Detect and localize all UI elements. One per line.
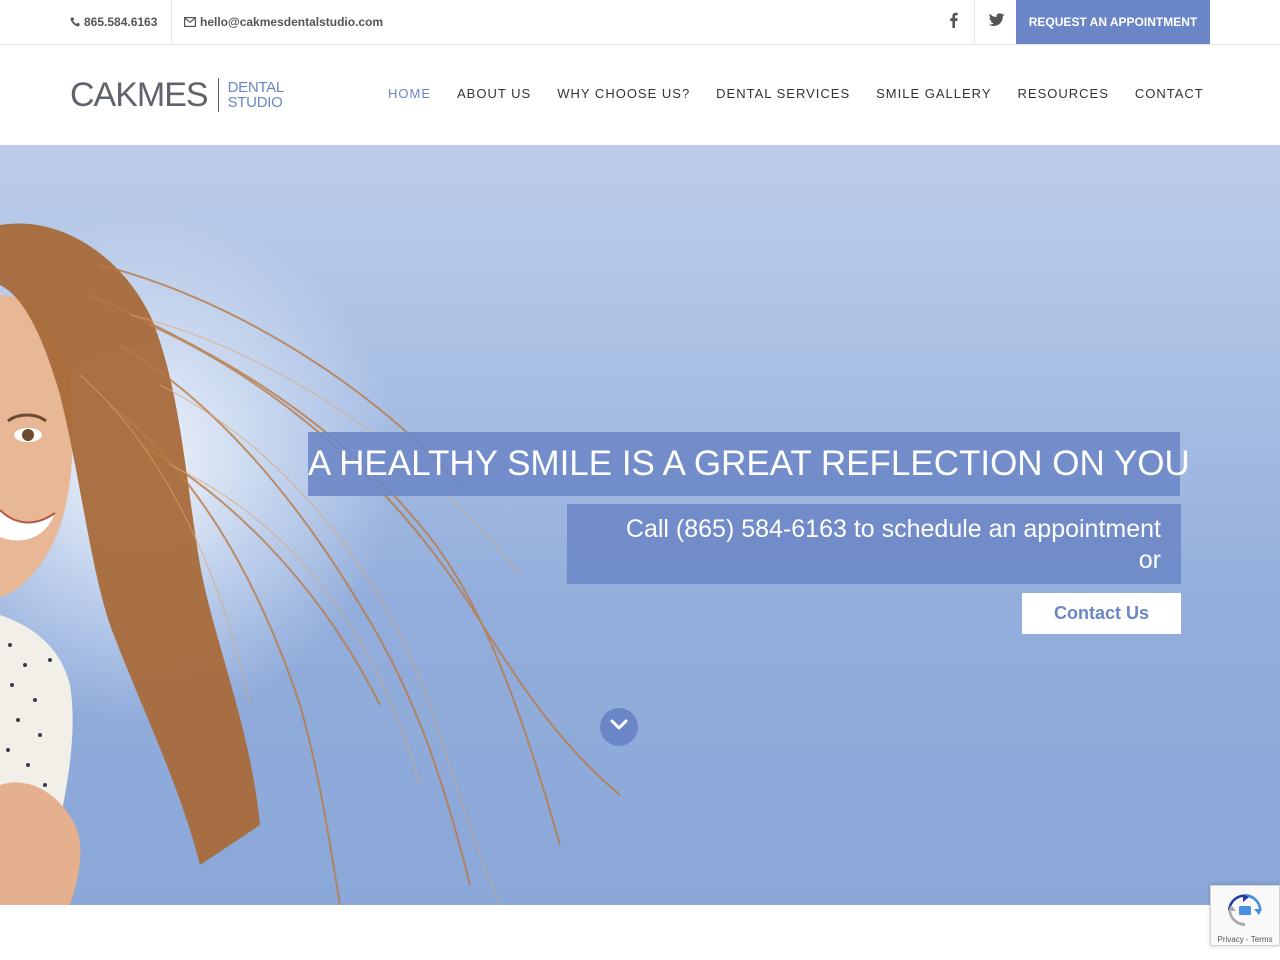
twitter-icon bbox=[988, 12, 1005, 32]
logo-subtitle: DENTAL STUDIO bbox=[227, 79, 285, 111]
envelope-icon bbox=[184, 17, 196, 27]
nav-item-home[interactable]: HOME bbox=[388, 86, 431, 101]
logo-sub-line-2: STUDIO bbox=[227, 94, 283, 111]
recaptcha-terms[interactable]: Privacy - Terms bbox=[1218, 935, 1273, 944]
scroll-down-button[interactable] bbox=[600, 708, 638, 746]
hero-subline-call: Call (865) 584-6163 to schedule an appoi… bbox=[625, 515, 1161, 543]
chevron-down-icon bbox=[610, 718, 628, 736]
nav-item-contact[interactable]: CONTACT bbox=[1135, 86, 1204, 101]
site-logo[interactable]: CAKMES DENTAL STUDIO bbox=[70, 75, 284, 115]
nav-item-about-us[interactable]: ABOUT US bbox=[457, 86, 531, 101]
logo-divider bbox=[217, 78, 219, 112]
main-nav: HOME ABOUT US WHY CHOOSE US? DENTAL SERV… bbox=[388, 86, 1204, 101]
nav-item-smile-gallery[interactable]: SMILE GALLERY bbox=[876, 86, 991, 101]
email-contact[interactable]: hello@cakmesdentalstudio.com bbox=[171, 0, 383, 44]
nav-item-why-choose-us[interactable]: WHY CHOOSE US? bbox=[557, 86, 690, 101]
logo-sub-line-1: DENTAL bbox=[227, 79, 285, 96]
email-address: hello@cakmesdentalstudio.com bbox=[200, 15, 384, 29]
hero-subline: Call (865) 584-6163 to schedule an appoi… bbox=[567, 504, 1181, 584]
top-bar: 865.584.6163 hello@cakmesdentalstudio.co… bbox=[0, 0, 1280, 45]
phone-contact[interactable]: 865.584.6163 bbox=[70, 0, 157, 44]
hero-banner: A HEALTHY SMILE IS A GREAT REFLECTION ON… bbox=[0, 145, 1280, 905]
nav-item-resources[interactable]: RESOURCES bbox=[1018, 86, 1109, 101]
phone-icon bbox=[70, 17, 80, 27]
site-header: CAKMES DENTAL STUDIO HOME ABOUT US WHY C… bbox=[0, 45, 1280, 145]
logo-wordmark: CAKMES bbox=[70, 76, 209, 114]
request-appointment-button[interactable]: REQUEST AN APPOINTMENT bbox=[1016, 0, 1210, 44]
twitter-link[interactable] bbox=[975, 0, 1017, 44]
facebook-icon bbox=[949, 12, 958, 33]
recaptcha-icon bbox=[1228, 894, 1262, 931]
contact-us-button[interactable]: Contact Us bbox=[1022, 593, 1181, 634]
facebook-link[interactable] bbox=[933, 0, 975, 44]
nav-item-dental-services[interactable]: DENTAL SERVICES bbox=[716, 86, 850, 101]
phone-number: 865.584.6163 bbox=[84, 15, 158, 29]
recaptcha-badge[interactable]: Privacy - Terms bbox=[1210, 885, 1280, 946]
hero-subline-or: or bbox=[1138, 546, 1161, 574]
hero-headline: A HEALTHY SMILE IS A GREAT REFLECTION ON… bbox=[308, 432, 1190, 496]
